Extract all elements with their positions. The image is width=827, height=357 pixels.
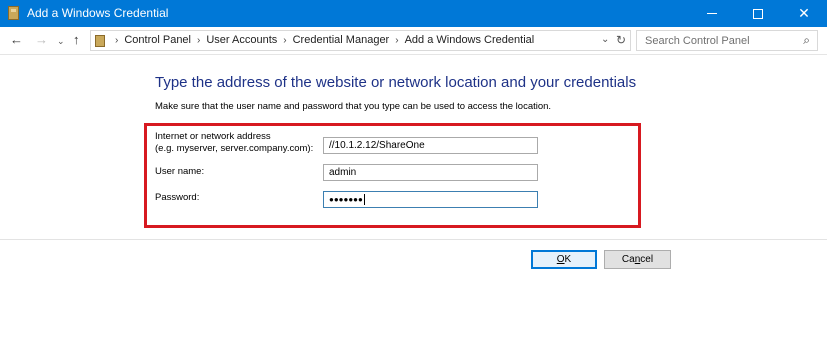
search-icon[interactable]: ⌕ [803, 33, 810, 48]
instruction-text: Make sure that the user name and passwor… [155, 101, 552, 112]
password-label: Password: [155, 192, 200, 203]
breadcrumb-add-credential[interactable]: Add a Windows Credential [405, 34, 535, 46]
recent-locations-chevron-icon[interactable]: ⌄ [57, 36, 65, 47]
minimize-button[interactable] [689, 0, 735, 27]
breadcrumb-control-panel[interactable]: Control Panel [124, 34, 191, 46]
title-bar: Add a Windows Credential ✕ [0, 0, 827, 27]
search-input[interactable]: Search Control Panel ⌕ [636, 30, 818, 51]
cancel-label-prefix: Ca [621, 254, 635, 265]
maximize-icon [753, 8, 763, 19]
forward-arrow-icon[interactable]: → [35, 32, 48, 47]
address-dropdown-icon[interactable]: ⌄ [601, 34, 609, 45]
network-address-label-line2: (e.g. myserver, server.company.com): [155, 143, 314, 154]
back-arrow-icon[interactable]: ← [10, 32, 23, 47]
cancel-button[interactable]: Cancel [604, 250, 671, 269]
up-arrow-icon[interactable]: ↑ [73, 32, 80, 47]
cancel-label-suffix: cel [640, 254, 654, 265]
divider [0, 239, 827, 240]
close-icon: ✕ [798, 5, 810, 21]
close-button[interactable]: ✕ [781, 0, 827, 27]
breadcrumb-credential-manager[interactable]: Credential Manager [293, 34, 390, 46]
breadcrumb-chevron-icon[interactable]: › [395, 35, 398, 46]
password-field[interactable]: ●●●●●●● [323, 191, 538, 208]
breadcrumb-chevron-icon[interactable]: › [283, 35, 286, 46]
breadcrumb-user-accounts[interactable]: User Accounts [206, 34, 277, 46]
network-address-field[interactable]: //10.1.2.12/ShareOne [323, 137, 538, 154]
control-panel-icon [95, 35, 105, 47]
window-title: Add a Windows Credential [27, 6, 169, 20]
maximize-button[interactable] [735, 0, 781, 27]
ok-label-accelerator: O [556, 254, 565, 265]
credential-manager-icon [8, 6, 19, 20]
search-placeholder: Search Control Panel [645, 35, 750, 47]
ok-label-suffix: K [564, 254, 572, 265]
address-bar[interactable]: › Control Panel › User Accounts › Credential … [90, 30, 631, 51]
navigation-bar: ← → ⌄ ↑ › Control Panel › User Accounts › Cre… [0, 27, 827, 55]
text-caret [363, 194, 365, 205]
network-address-label-line1: Internet or network address [155, 131, 271, 142]
password-mask: ●●●●●●● [329, 195, 363, 205]
breadcrumb-chevron-icon[interactable]: › [197, 35, 200, 46]
username-label: User name: [155, 166, 205, 177]
minimize-icon [707, 13, 717, 15]
page-title: Type the address of the website or netwo… [155, 74, 637, 91]
breadcrumb: › Control Panel › User Accounts › Credential … [109, 34, 534, 46]
breadcrumb-chevron-icon[interactable]: › [115, 35, 118, 46]
refresh-icon[interactable]: ↻ [616, 33, 626, 47]
network-address-label: Internet or network address (e.g. myserv… [155, 131, 325, 155]
username-field[interactable]: admin [323, 164, 538, 181]
ok-button[interactable]: OK [531, 250, 597, 269]
